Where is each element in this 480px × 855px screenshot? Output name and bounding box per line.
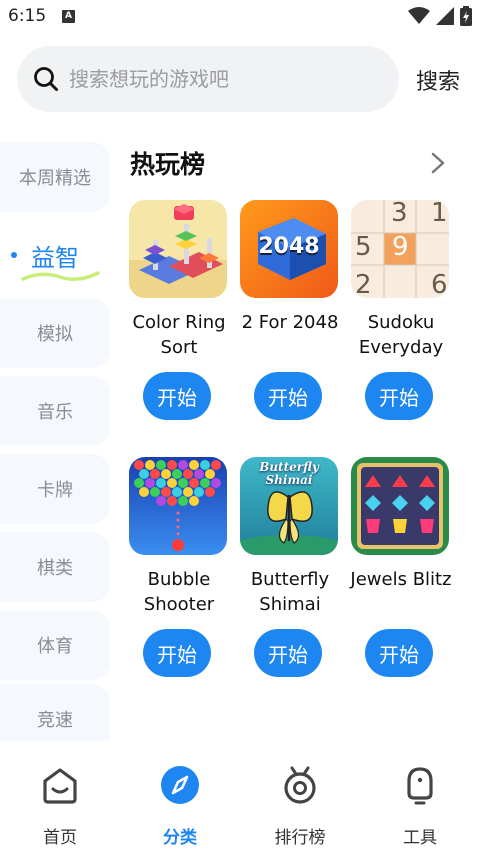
nav-label: 首页 xyxy=(43,828,77,848)
nav-label: 工具 xyxy=(403,828,437,848)
2048-icon[interactable]: 2048 xyxy=(240,200,338,298)
category-item-music[interactable]: 音乐 xyxy=(0,376,110,446)
start-button[interactable]: 开始 xyxy=(365,372,433,420)
sudoku-digit: 2 xyxy=(355,270,372,298)
start-button[interactable]: 开始 xyxy=(365,629,433,677)
sudoku-digit: 3 xyxy=(391,200,408,228)
sudoku-digit: 5 xyxy=(355,232,372,262)
battery-icon xyxy=(460,6,472,26)
category-item-racing[interactable]: 竞速 xyxy=(0,684,110,741)
nav-item-ranking[interactable]: 排行榜 xyxy=(250,765,350,848)
wifi-icon xyxy=(408,7,430,24)
active-dot xyxy=(11,252,17,258)
category-item-weekly-picks[interactable]: 本周精选 xyxy=(0,142,110,212)
category-sidebar: 本周精选 益智 模拟 音乐 卡牌 棋类 体育 竞速 xyxy=(0,138,112,741)
category-label: 音乐 xyxy=(37,402,73,423)
home-icon xyxy=(43,768,77,804)
butterfly-icon[interactable]: Butterfly Shimai xyxy=(240,457,338,555)
game-name: Jewels Blitz xyxy=(350,569,452,590)
notification-badge: A xyxy=(62,10,75,23)
active-underline-decoration xyxy=(21,271,100,281)
search-bar[interactable] xyxy=(17,46,399,112)
status-time: 6:15 xyxy=(8,6,47,26)
start-button[interactable]: 开始 xyxy=(143,629,211,677)
game-name: 2 For 2048 xyxy=(241,312,339,333)
start-button[interactable]: 开始 xyxy=(254,629,322,677)
category-item-cards[interactable]: 卡牌 xyxy=(0,454,110,524)
game-name: Bubble Shooter xyxy=(143,569,215,615)
bottom-navigation: 首页 分类 排行榜 工具 xyxy=(0,741,480,855)
sudoku-digit: 9 xyxy=(392,232,409,262)
sudoku-icon[interactable]: 3 1 5 9 2 6 xyxy=(351,200,449,298)
jewels-icon[interactable] xyxy=(351,457,449,555)
category-item-board[interactable]: 棋类 xyxy=(0,532,110,602)
category-item-simulation[interactable]: 模拟 xyxy=(0,298,110,368)
butterfly-icon-text: Butterfly Shimai xyxy=(259,460,319,487)
compass-icon xyxy=(161,766,199,804)
tools-icon xyxy=(407,767,433,805)
game-name: Butterfly Shimai xyxy=(250,569,330,615)
category-label: 棋类 xyxy=(37,558,73,579)
nav-item-category[interactable]: 分类 xyxy=(130,765,230,848)
nav-item-tools[interactable]: 工具 xyxy=(370,765,470,848)
sudoku-digit: 6 xyxy=(431,270,448,298)
nav-label: 排行榜 xyxy=(274,828,326,848)
bubble-shooter-icon[interactable] xyxy=(129,457,227,555)
sudoku-digit: 1 xyxy=(431,200,448,228)
category-item-puzzle[interactable]: 益智 xyxy=(0,220,110,290)
section-title: 热玩榜 xyxy=(130,150,206,179)
search-icon xyxy=(34,67,58,91)
category-label: 模拟 xyxy=(37,324,73,345)
ranking-icon xyxy=(284,766,316,804)
game-name: Sudoku Everyday xyxy=(358,312,444,358)
search-button[interactable]: 搜索 xyxy=(416,64,460,96)
game-name: Color Ring Sort xyxy=(132,312,226,358)
category-label: 竞速 xyxy=(37,710,73,731)
category-label: 卡牌 xyxy=(37,480,73,501)
chevron-right-icon[interactable] xyxy=(428,151,448,175)
signal-icon xyxy=(436,7,454,25)
start-button[interactable]: 开始 xyxy=(143,372,211,420)
category-item-sports[interactable]: 体育 xyxy=(0,610,110,680)
search-input[interactable] xyxy=(69,62,379,96)
start-button[interactable]: 开始 xyxy=(254,372,322,420)
category-label: 体育 xyxy=(37,636,73,657)
color-ring-sort-icon[interactable] xyxy=(129,200,227,298)
nav-label: 分类 xyxy=(163,828,197,848)
category-label: 本周精选 xyxy=(19,168,91,189)
status-icons xyxy=(408,6,472,26)
2048-icon-text: 2048 xyxy=(258,234,320,259)
status-bar: 6:15 A xyxy=(0,0,480,34)
nav-item-home[interactable]: 首页 xyxy=(10,765,110,848)
